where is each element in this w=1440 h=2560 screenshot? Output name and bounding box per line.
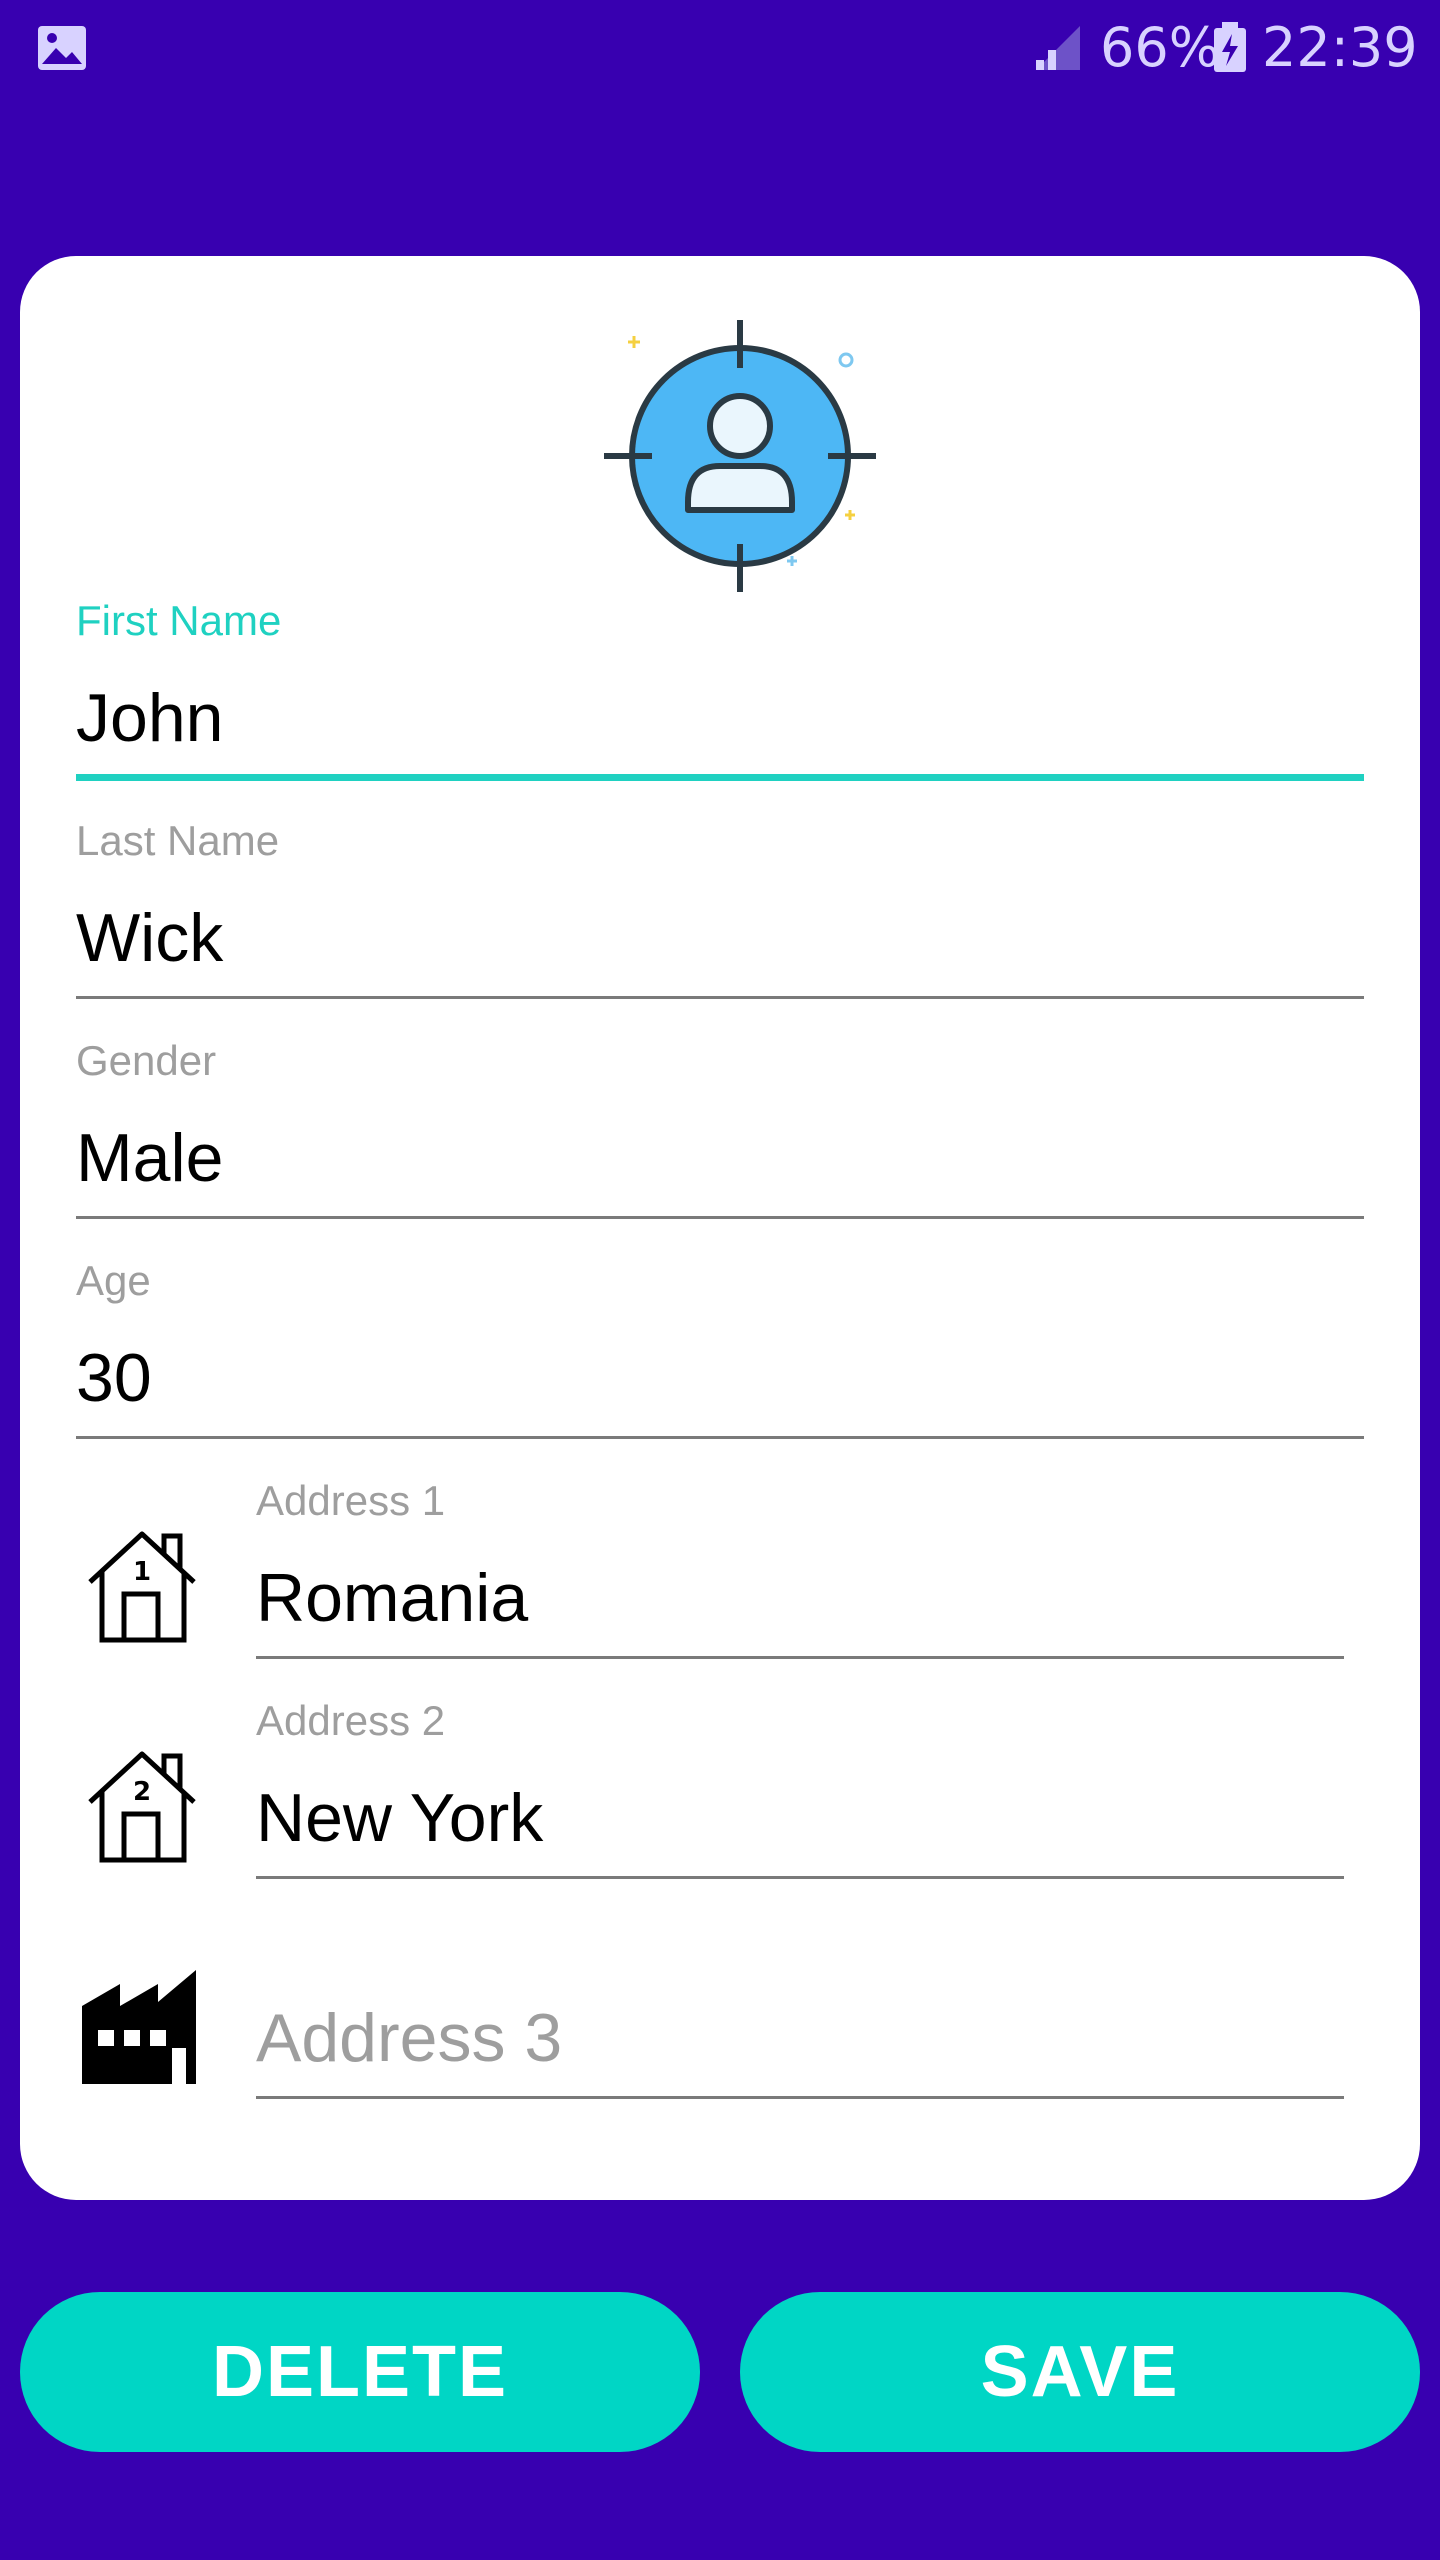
first-name-underline — [76, 774, 1364, 781]
house-1-icon: 1 — [88, 1531, 196, 1643]
age-underline — [76, 1436, 1364, 1439]
svg-text:1: 1 — [133, 1557, 151, 1587]
address3-underline — [256, 2096, 1344, 2099]
last-name-label: Last Name — [76, 817, 280, 864]
gender-field[interactable]: Gender Male — [76, 1036, 1364, 1246]
address2-field[interactable]: Address 2 New York — [256, 1696, 1344, 1906]
signal-icon — [1036, 26, 1080, 70]
address2-underline — [256, 1876, 1344, 1879]
address3-input[interactable]: Address 3 — [256, 1998, 562, 2078]
last-name-underline — [76, 996, 1364, 999]
status-bar: 66% 22:39 — [0, 0, 1440, 96]
address1-input[interactable]: Romania — [256, 1558, 528, 1638]
battery-charging-icon — [1214, 22, 1246, 72]
address1-label: Address 1 — [256, 1477, 446, 1524]
gender-input[interactable]: Male — [76, 1118, 223, 1198]
factory-icon — [82, 1970, 196, 2084]
first-name-input[interactable]: John — [76, 678, 223, 758]
age-input[interactable]: 30 — [76, 1338, 152, 1418]
svg-text:2: 2 — [133, 1777, 151, 1807]
address1-underline — [256, 1656, 1344, 1659]
save-button[interactable]: SAVE — [740, 2292, 1420, 2452]
age-field[interactable]: Age 30 — [76, 1256, 1364, 1466]
gender-label: Gender — [76, 1037, 217, 1084]
address1-field[interactable]: Address 1 Romania — [256, 1476, 1344, 1686]
first-name-label: First Name — [76, 597, 282, 644]
address2-label: Address 2 — [256, 1697, 446, 1744]
gender-underline — [76, 1216, 1364, 1219]
first-name-field[interactable]: First Name John — [76, 596, 1364, 806]
gallery-icon — [38, 26, 86, 70]
last-name-input[interactable]: Wick — [76, 898, 223, 978]
person-form-card: First Name John Last Name Wick Gender Ma… — [20, 256, 1420, 2200]
age-label: Age — [76, 1257, 151, 1304]
clock: 22:39 — [1262, 16, 1418, 79]
battery-percent: 66% — [1100, 16, 1221, 79]
house-2-icon: 2 — [88, 1751, 196, 1863]
address3-field[interactable]: Address 3 — [256, 1916, 1344, 2126]
address2-input[interactable]: New York — [256, 1778, 543, 1858]
last-name-field[interactable]: Last Name Wick — [76, 816, 1364, 1026]
delete-button[interactable]: DELETE — [20, 2292, 700, 2452]
user-target-icon[interactable] — [604, 320, 876, 592]
